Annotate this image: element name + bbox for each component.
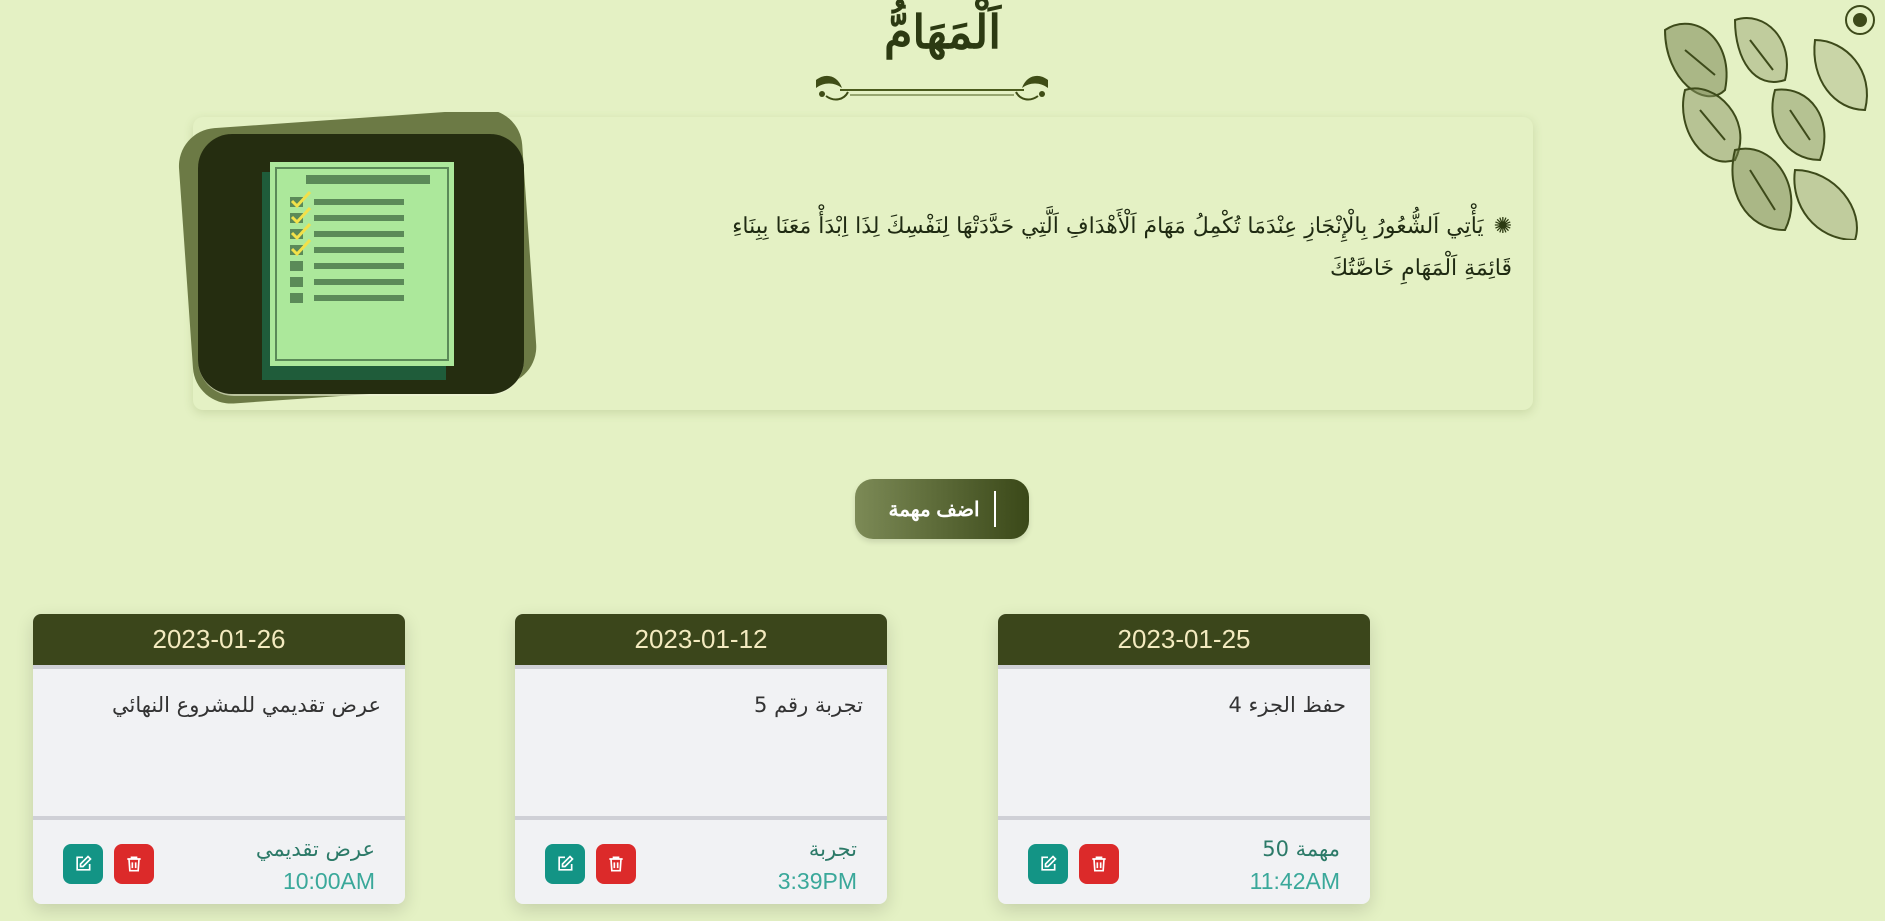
edit-task-button[interactable] xyxy=(545,844,585,884)
intro-text: ✺يَأْتِي اَلشُّعُورُ بِالْإِنْجَازِ عِنْ… xyxy=(722,206,1512,290)
task-category: مهمة 50 xyxy=(1262,837,1340,861)
checklist-illustration xyxy=(178,112,537,404)
task-card-footer: عرض تقديمي 10:00AM xyxy=(33,820,405,900)
mandala-decoration-icon xyxy=(1663,5,1875,240)
edit-icon xyxy=(1041,855,1057,871)
task-time: 3:39PM xyxy=(777,868,857,894)
delete-task-button[interactable] xyxy=(596,844,636,884)
task-card: 2023-01-12 تجربة رقم 5 تجربة 3:39PM xyxy=(515,614,887,904)
add-task-label: اضف مهمة xyxy=(888,498,980,521)
edit-icon xyxy=(558,855,574,871)
task-title: عرض تقديمي للمشروع النهائي xyxy=(33,669,405,820)
trash-icon xyxy=(1092,856,1106,872)
task-title: تجربة رقم 5 xyxy=(515,669,887,820)
task-category: عرض تقديمي xyxy=(255,837,375,861)
task-date: 2023-01-26 xyxy=(33,614,405,669)
trash-icon xyxy=(127,856,141,872)
task-card-footer: تجربة 3:39PM xyxy=(515,820,887,900)
task-card: 2023-01-26 عرض تقديمي للمشروع النهائي عر… xyxy=(33,614,405,904)
task-card: 2023-01-25 حفظ الجزء 4 مهمة 50 11:42AM xyxy=(998,614,1370,904)
task-time: 10:00AM xyxy=(282,868,375,894)
task-card-footer: مهمة 50 11:42AM xyxy=(998,820,1370,900)
task-category: تجربة xyxy=(808,837,857,861)
task-date: 2023-01-12 xyxy=(515,614,887,669)
edit-icon xyxy=(76,855,92,871)
task-meta: عرض تقديمي 10:00AM xyxy=(256,834,375,898)
trash-icon xyxy=(609,856,623,872)
edit-task-button[interactable] xyxy=(63,844,103,884)
delete-task-button[interactable] xyxy=(114,844,154,884)
ornament-divider-icon xyxy=(816,75,1048,101)
page-title: اَلْمَهَامُّ xyxy=(883,5,1002,59)
task-date: 2023-01-25 xyxy=(998,614,1370,669)
task-title: حفظ الجزء 4 xyxy=(998,669,1370,820)
button-divider xyxy=(993,491,996,527)
task-meta: مهمة 50 11:42AM xyxy=(1250,834,1340,898)
edit-task-button[interactable] xyxy=(1028,844,1068,884)
task-meta: تجربة 3:39PM xyxy=(778,834,857,898)
delete-task-button[interactable] xyxy=(1079,844,1119,884)
add-task-button[interactable]: اضف مهمة xyxy=(855,479,1029,539)
task-time: 11:42AM xyxy=(1249,868,1340,894)
sparkle-icon: ✺ xyxy=(1493,214,1512,239)
intro-text-content: يَأْتِي اَلشُّعُورُ بِالْإِنْجَازِ عِنْد… xyxy=(732,214,1512,281)
